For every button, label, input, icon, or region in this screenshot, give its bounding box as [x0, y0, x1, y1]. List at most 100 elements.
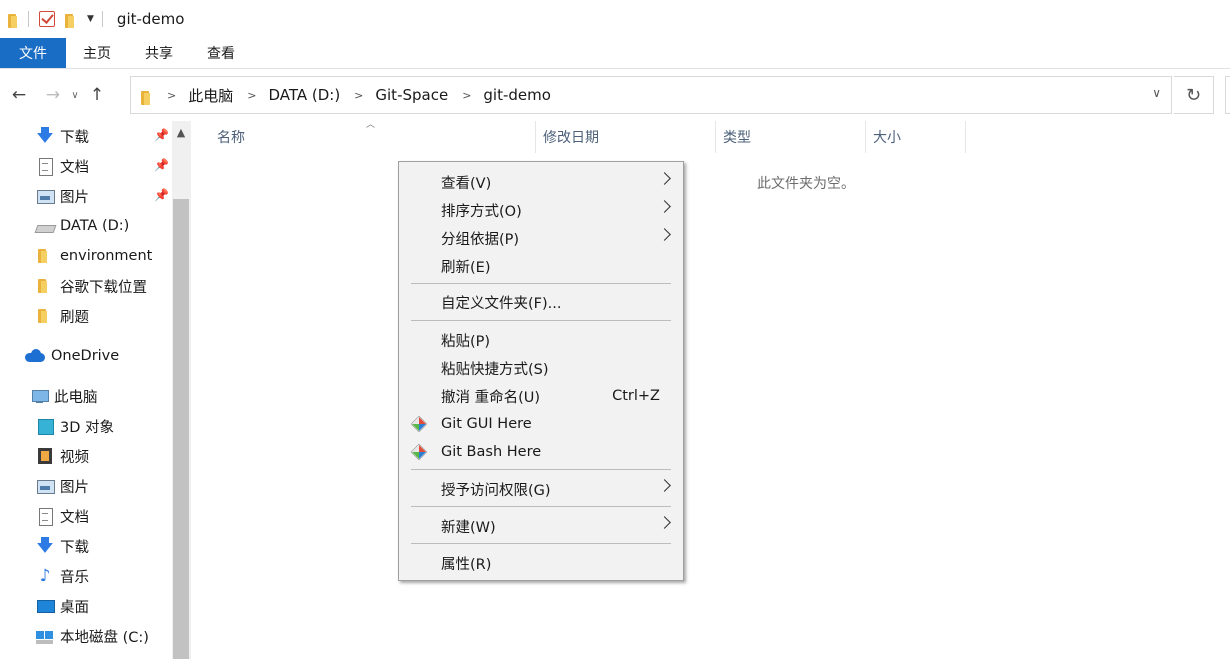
sidebar-item-label: DATA (D:) — [60, 218, 130, 234]
column-divider[interactable] — [865, 121, 866, 153]
menu-item-view[interactable]: 查看(V) — [399, 168, 683, 196]
breadcrumb-data-drive[interactable]: DATA (D:) — [268, 86, 340, 104]
menu-item-label: Git Bash Here — [441, 444, 542, 460]
new-folder-icon[interactable] — [63, 12, 77, 28]
menu-item-group-by[interactable]: 分组依据(P) — [399, 224, 683, 252]
menu-item-new[interactable]: 新建(W) — [399, 512, 683, 540]
menu-item-git-gui[interactable]: Git GUI Here — [399, 410, 683, 438]
sidebar-item-label: 图片 — [60, 189, 89, 206]
breadcrumb-git-demo[interactable]: git-demo — [483, 86, 551, 104]
music-icon: ♪ — [39, 566, 51, 586]
tab-home[interactable]: 主页 — [66, 38, 128, 68]
menu-separator — [411, 543, 671, 544]
scrollbar-thumb[interactable] — [173, 199, 189, 659]
sidebar-item-desktop[interactable]: 桌面 — [36, 591, 89, 621]
sidebar-item-pictures-pinned[interactable]: 图片 — [36, 181, 89, 211]
submenu-chevron-icon — [658, 516, 671, 529]
column-header-type[interactable]: 类型 — [723, 121, 751, 153]
menu-item-undo-rename[interactable]: 撤消 重命名(U) Ctrl+Z — [399, 382, 683, 410]
local-disk-icon — [36, 627, 54, 645]
pin-icon[interactable]: 📌 — [154, 128, 169, 142]
title-bar: ▼ git-demo — [0, 0, 1230, 38]
sidebar-item-3d-objects[interactable]: 3D 对象 — [36, 411, 114, 441]
forward-arrow-icon[interactable]: → — [40, 85, 66, 105]
menu-item-label: Git GUI Here — [441, 416, 532, 432]
git-gui-icon — [411, 416, 427, 432]
pin-icon[interactable]: 📌 — [154, 158, 169, 172]
menu-item-label: 属性(R) — [441, 556, 492, 573]
sidebar-item-label: 文档 — [60, 159, 89, 176]
menu-item-give-access[interactable]: 授予访问权限(G) — [399, 475, 683, 503]
menu-item-label: 查看(V) — [441, 175, 492, 192]
sidebar-item-documents-pinned[interactable]: 文档 — [36, 151, 89, 181]
menu-item-customize-folder[interactable]: 自定义文件夹(F)... — [399, 288, 683, 316]
tab-view[interactable]: 查看 — [190, 38, 252, 68]
tab-file[interactable]: 文件 — [0, 38, 66, 68]
desktop-icon — [36, 597, 55, 615]
menu-item-label: 粘贴快捷方式(S) — [441, 361, 549, 378]
breadcrumb-chevron-icon[interactable]: > — [167, 89, 176, 102]
navigation-bar: ← → ∨ ↑ > 此电脑 > DATA (D:) > Git-Space > … — [0, 69, 1230, 121]
ribbon-tabs: 文件 主页 共享 查看 — [0, 38, 1230, 69]
onedrive-icon — [25, 347, 45, 365]
address-bar[interactable]: > 此电脑 > DATA (D:) > Git-Space > git-demo… — [130, 76, 1172, 114]
recent-locations-chevron-icon[interactable]: ∨ — [66, 90, 84, 101]
pin-icon[interactable]: 📌 — [154, 188, 169, 202]
sidebar-item-music[interactable]: ♪ 音乐 — [36, 561, 89, 591]
submenu-chevron-icon — [658, 200, 671, 213]
3d-objects-icon — [36, 417, 54, 435]
column-divider[interactable] — [715, 121, 716, 153]
tab-share[interactable]: 共享 — [128, 38, 190, 68]
git-bash-icon — [411, 444, 427, 460]
menu-item-label: 刷新(E) — [441, 259, 491, 276]
breadcrumb-this-pc[interactable]: 此电脑 — [188, 85, 233, 106]
download-icon: 🡇 — [36, 126, 54, 146]
refresh-icon[interactable]: ↻ — [1174, 76, 1214, 114]
sidebar-item-label: 3D 对象 — [60, 419, 114, 436]
empty-folder-message: 此文件夹为空。 — [757, 176, 855, 192]
menu-item-label: 自定义文件夹(F)... — [441, 295, 562, 312]
sidebar-item-data-drive[interactable]: DATA (D:) — [36, 211, 129, 241]
sidebar-item-local-disk-c[interactable]: 本地磁盘 (C:) — [36, 621, 149, 651]
scroll-up-icon[interactable]: ▲ — [172, 121, 190, 143]
up-arrow-icon[interactable]: ↑ — [84, 85, 110, 105]
sidebar-item-downloads[interactable]: 🡇 下载 — [36, 531, 89, 561]
menu-item-git-bash[interactable]: Git Bash Here — [399, 438, 683, 466]
sidebar-item-downloads-pinned[interactable]: 🡇 下载 — [36, 121, 89, 151]
divider — [101, 11, 103, 27]
breadcrumb-git-space[interactable]: Git-Space — [375, 86, 448, 104]
sidebar-item-label: 刷题 — [60, 309, 89, 326]
sidebar-item-videos[interactable]: 视频 — [36, 441, 89, 471]
breadcrumb-chevron-icon[interactable]: > — [247, 89, 256, 102]
menu-item-paste-shortcut[interactable]: 粘贴快捷方式(S) — [399, 354, 683, 382]
properties-check-icon[interactable] — [39, 11, 55, 27]
sidebar-item-this-pc[interactable]: 此电脑 — [30, 381, 98, 411]
sidebar-scrollbar[interactable]: ▲ — [172, 121, 190, 659]
customize-toolbar-dropdown-icon[interactable]: ▼ — [87, 14, 94, 24]
breadcrumb-chevron-icon[interactable]: > — [354, 89, 363, 102]
menu-item-paste[interactable]: 粘贴(P) — [399, 326, 683, 354]
sidebar-item-practice[interactable]: 刷题 — [36, 301, 89, 331]
sort-ascending-icon: ︿ — [366, 120, 376, 130]
breadcrumb-chevron-icon[interactable]: > — [462, 89, 471, 102]
sidebar-item-onedrive[interactable]: OneDrive — [25, 341, 119, 371]
menu-item-label: 分组依据(P) — [441, 231, 520, 248]
address-history-chevron-icon[interactable]: ∨ — [1152, 86, 1161, 100]
divider — [28, 11, 29, 27]
sidebar-item-label: 本地磁盘 (C:) — [60, 629, 149, 646]
sidebar-item-documents[interactable]: 文档 — [36, 501, 89, 531]
menu-item-refresh[interactable]: 刷新(E) — [399, 252, 683, 280]
sidebar-item-label: 谷歌下载位置 — [60, 279, 147, 296]
back-arrow-icon[interactable]: ← — [6, 85, 32, 105]
column-divider[interactable] — [965, 121, 966, 153]
menu-item-sort-by[interactable]: 排序方式(O) — [399, 196, 683, 224]
sidebar-item-google-downloads[interactable]: 谷歌下载位置 — [36, 271, 147, 301]
sidebar-item-environment[interactable]: environment — [36, 241, 152, 271]
column-header-modified[interactable]: 修改日期 — [543, 121, 599, 153]
search-box[interactable] — [1225, 76, 1230, 114]
menu-item-properties[interactable]: 属性(R) — [399, 549, 683, 577]
column-divider[interactable] — [535, 121, 536, 153]
column-header-name[interactable]: 名称 — [217, 121, 245, 153]
column-header-size[interactable]: 大小 — [873, 121, 901, 153]
sidebar-item-pictures[interactable]: 图片 — [36, 471, 89, 501]
